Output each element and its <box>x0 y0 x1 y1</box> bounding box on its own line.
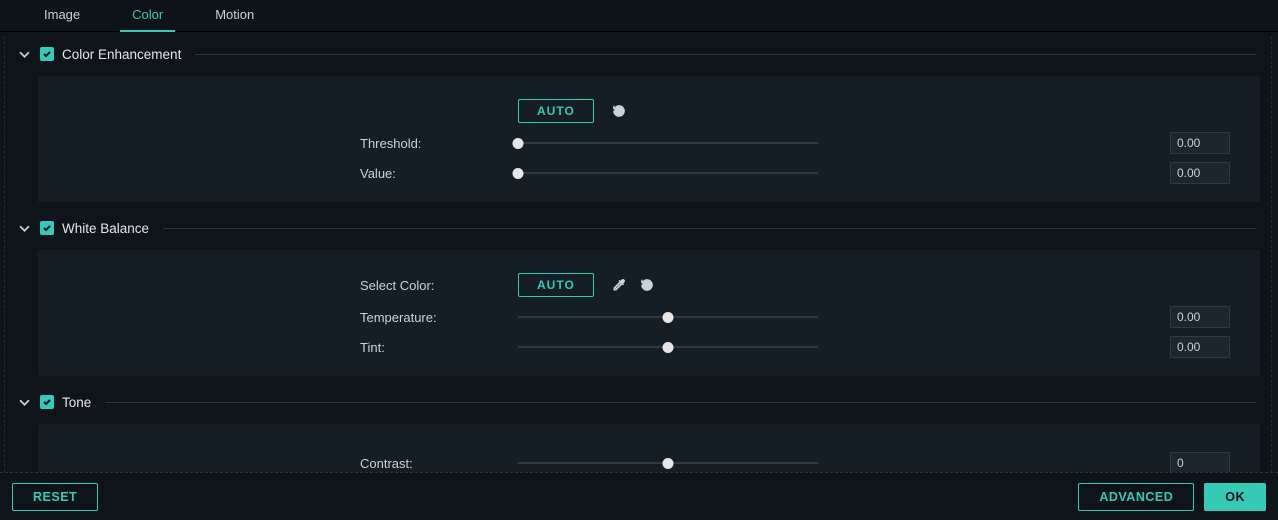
threshold-slider[interactable] <box>518 133 818 153</box>
chevron-down-icon[interactable] <box>14 392 34 412</box>
reset-icon[interactable] <box>636 274 658 296</box>
slider-thumb[interactable] <box>663 312 674 323</box>
contrast-label: Contrast: <box>358 456 518 471</box>
advanced-button[interactable]: ADVANCED <box>1078 483 1194 511</box>
section-divider <box>105 402 1256 403</box>
content-scroll[interactable]: Color Enhancement AUTO Threshold: <box>0 32 1278 472</box>
section-divider <box>195 54 1256 55</box>
reset-button[interactable]: RESET <box>12 483 98 511</box>
tint-input[interactable] <box>1170 336 1230 358</box>
footer-bar: RESET ADVANCED OK <box>0 472 1278 520</box>
slider-thumb[interactable] <box>663 342 674 353</box>
tint-slider[interactable] <box>518 337 818 357</box>
section-body-white-balance: Select Color: AUTO Temperature: <box>38 250 1260 376</box>
contrast-input[interactable] <box>1170 452 1230 472</box>
temperature-input[interactable] <box>1170 306 1230 328</box>
contrast-slider[interactable] <box>518 453 818 472</box>
eyedropper-icon[interactable] <box>608 274 630 296</box>
slider-thumb[interactable] <box>663 458 674 469</box>
value-input[interactable] <box>1170 162 1230 184</box>
section-body-tone: Contrast: <box>38 424 1260 472</box>
reset-icon[interactable] <box>608 100 630 122</box>
tab-motion[interactable]: Motion <box>203 0 266 32</box>
section-header-tone: Tone <box>8 384 1260 420</box>
temperature-label: Temperature: <box>358 310 518 325</box>
temperature-slider[interactable] <box>518 307 818 327</box>
tint-label: Tint: <box>358 340 518 355</box>
slider-thumb[interactable] <box>513 138 524 149</box>
section-divider <box>163 228 1256 229</box>
tab-color[interactable]: Color <box>120 0 175 32</box>
value-slider[interactable] <box>518 163 818 183</box>
section-header-white-balance: White Balance <box>8 210 1260 246</box>
checkbox-color-enhancement[interactable] <box>40 47 54 61</box>
auto-button[interactable]: AUTO <box>518 99 594 123</box>
tab-image[interactable]: Image <box>32 0 92 32</box>
threshold-input[interactable] <box>1170 132 1230 154</box>
section-title: White Balance <box>62 221 149 236</box>
checkbox-white-balance[interactable] <box>40 221 54 235</box>
auto-button[interactable]: AUTO <box>518 273 594 297</box>
tab-bar: Image Color Motion <box>0 0 1278 32</box>
select-color-label: Select Color: <box>358 278 518 293</box>
value-label: Value: <box>358 166 518 181</box>
checkbox-tone[interactable] <box>40 395 54 409</box>
section-header-color-enhancement: Color Enhancement <box>8 36 1260 72</box>
section-title: Tone <box>62 395 91 410</box>
chevron-down-icon[interactable] <box>14 44 34 64</box>
section-title: Color Enhancement <box>62 47 181 62</box>
ok-button[interactable]: OK <box>1204 483 1266 511</box>
threshold-label: Threshold: <box>358 136 518 151</box>
chevron-down-icon[interactable] <box>14 218 34 238</box>
section-body-color-enhancement: AUTO Threshold: Value: <box>38 76 1260 202</box>
slider-thumb[interactable] <box>513 168 524 179</box>
